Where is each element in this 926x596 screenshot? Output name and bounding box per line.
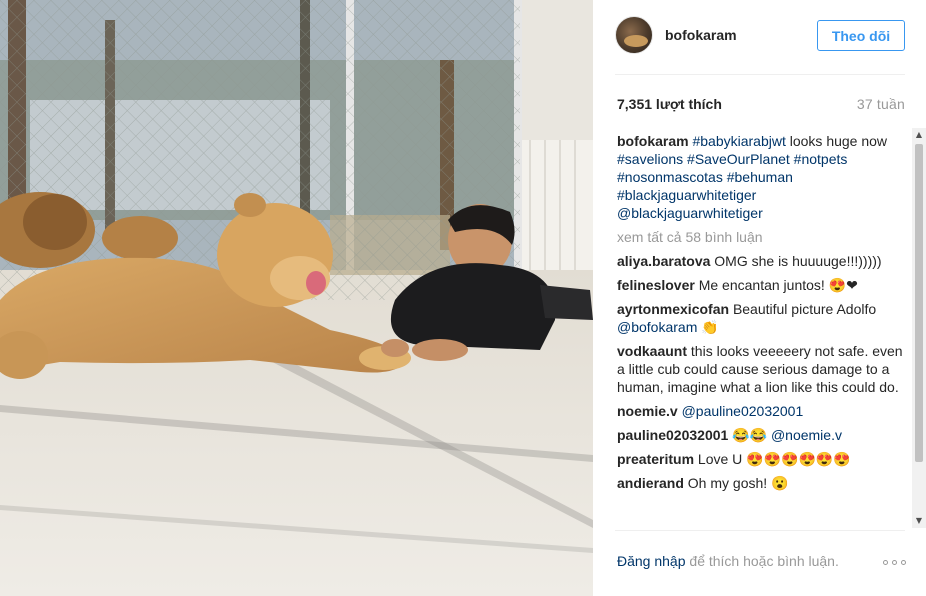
scrollbar-thumb[interactable] <box>915 144 923 462</box>
photo-illustration <box>0 0 593 596</box>
header-divider <box>615 74 905 75</box>
comment-item: aliya.baratova OMG she is huuuuge!!!))))… <box>617 252 905 270</box>
comments-scrollbar[interactable]: ▲ ▼ <box>912 128 926 528</box>
comment-username[interactable]: vodkaaunt <box>617 343 687 359</box>
likes-count[interactable]: 7,351 lượt thích <box>617 96 722 112</box>
comment-username[interactable]: andierand <box>617 475 684 491</box>
post-header: bofokaram Theo dõi <box>615 16 905 56</box>
comment-item: preateritum Love U 😍😍😍😍😍😍 <box>617 450 905 468</box>
comment-text: OMG she is huuuuge!!!))))) <box>714 253 882 269</box>
comment-item: pauline02032001 😂😂 @noemie.v <box>617 426 905 444</box>
likes-row: 7,351 lượt thích 37 tuần <box>617 94 905 114</box>
post-age[interactable]: 37 tuần <box>857 96 905 112</box>
caption-text: looks huge now <box>785 133 888 149</box>
scroll-down-arrow-icon[interactable]: ▼ <box>912 514 926 528</box>
post-details-panel: bofokaram Theo dõi 7,351 lượt thích 37 t… <box>593 0 926 596</box>
mention[interactable]: @noemie.v <box>771 427 842 443</box>
more-options-icon[interactable] <box>883 556 907 568</box>
avatar[interactable] <box>615 16 653 54</box>
comment-username[interactable]: ayrtonmexicofan <box>617 301 729 317</box>
comment-text: Love U 😍😍😍😍😍😍 <box>697 451 851 467</box>
comment-username[interactable]: aliya.baratova <box>617 253 710 269</box>
caption: bofokaram #babykiarabjwt looks huge now … <box>617 132 905 222</box>
comments-list: bofokaram #babykiarabjwt looks huge now … <box>617 132 905 528</box>
comment-item: andierand Oh my gosh! 😮 <box>617 474 905 492</box>
comment-text: Oh my gosh! 😮 <box>687 475 789 491</box>
comment-item: ayrtonmexicofan Beautiful picture Adolfo… <box>617 300 905 336</box>
comment-text: Beautiful picture Adolfo <box>732 301 877 317</box>
hashtag[interactable]: #SaveOurPlanet <box>687 151 790 167</box>
hashtag[interactable]: #nosonmascotas <box>617 169 723 185</box>
hashtag[interactable]: #blackjaguarwhitetiger <box>617 187 756 203</box>
comment-username[interactable]: pauline02032001 <box>617 427 728 443</box>
mention[interactable]: @blackjaguarwhitetiger <box>617 205 763 221</box>
comment-username[interactable]: preateritum <box>617 451 694 467</box>
comment-item: felineslover Me encantan juntos! 😍❤ <box>617 276 905 294</box>
scroll-up-arrow-icon[interactable]: ▲ <box>912 128 926 142</box>
comment-text: 😂😂 <box>732 427 771 443</box>
post-photo[interactable] <box>0 0 593 596</box>
hashtag[interactable]: #babykiarabjwt <box>692 133 785 149</box>
caption-username[interactable]: bofokaram <box>617 133 689 149</box>
hashtag[interactable]: #savelions <box>617 151 683 167</box>
post-author-username[interactable]: bofokaram <box>665 27 737 43</box>
comment-item: noemie.v @pauline02032001 <box>617 402 905 420</box>
mention[interactable]: @pauline02032001 <box>682 403 804 419</box>
login-prompt-text: để thích hoặc bình luận. <box>685 553 839 569</box>
comment-text: Me encantan juntos! 😍❤ <box>698 277 858 293</box>
hashtag[interactable]: #behuman <box>727 169 793 185</box>
hashtag[interactable]: #notpets <box>794 151 848 167</box>
mention[interactable]: @bofokaram <box>617 319 697 335</box>
comment-username[interactable]: noemie.v <box>617 403 678 419</box>
login-link[interactable]: Đăng nhập <box>617 553 686 569</box>
view-all-comments-link[interactable]: xem tất cả 58 bình luận <box>617 228 905 246</box>
comment-item: vodkaaunt this looks veeeeery not safe. … <box>617 342 905 396</box>
footer-divider <box>615 530 905 531</box>
comment-username[interactable]: felineslover <box>617 277 695 293</box>
follow-button[interactable]: Theo dõi <box>817 20 905 51</box>
post-footer: Đăng nhập để thích hoặc bình luận. <box>617 553 907 575</box>
comment-text-tail: 👏 <box>697 319 719 335</box>
